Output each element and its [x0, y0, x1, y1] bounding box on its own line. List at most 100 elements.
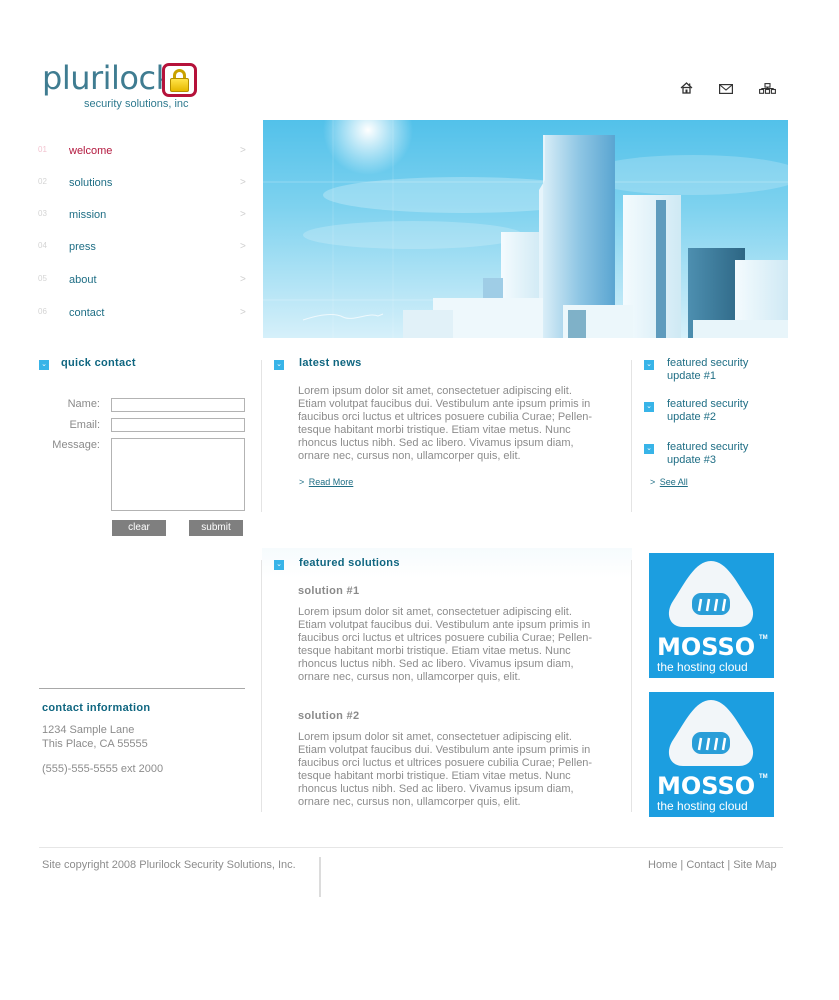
nav-label: solutions	[69, 177, 113, 189]
read-more-link-wrap: > Read More	[299, 477, 353, 487]
text-line: faucibus orci luctus et ultrices posuere…	[298, 757, 593, 769]
solution-2-body: Lorem ipsum dolor sit amet, consectetuer…	[298, 731, 618, 809]
email-input[interactable]	[111, 418, 245, 432]
checkbox-icon: ⌄	[644, 444, 654, 454]
chevron-right-icon: >	[240, 145, 246, 156]
divider	[319, 857, 321, 897]
divider	[261, 360, 262, 512]
nav-label: mission	[69, 209, 107, 221]
divider	[39, 688, 245, 689]
update-item-2[interactable]: featured security update #2	[667, 398, 748, 424]
padlock-icon	[162, 63, 197, 97]
link-separator: |	[680, 859, 684, 871]
update-subtitle: update #2	[667, 411, 716, 423]
text-line: tesque habitant morbi tristique. Etiam v…	[298, 424, 571, 436]
update-title: featured security	[667, 441, 749, 453]
ad-brand: MOSSO	[657, 633, 756, 661]
chevron-right-icon: >	[240, 209, 246, 220]
mail-icon[interactable]	[719, 84, 735, 98]
cloud-logo-icon	[668, 561, 754, 627]
latest-news-body: Lorem ipsum dolor sit amet, consectetuer…	[298, 385, 618, 463]
text-line: Etiam volutpat faucibus dui. Vestibulum …	[298, 744, 591, 756]
update-title: featured security	[667, 357, 749, 369]
nav-label: welcome	[69, 145, 113, 157]
text-line: Etiam volutpat faucibus dui. Vestibulum …	[298, 619, 591, 631]
checkbox-icon: ⌄	[644, 360, 654, 370]
nav-label: about	[69, 274, 97, 286]
solution-2-title[interactable]: solution #2	[298, 710, 359, 722]
nav-label: press	[69, 241, 96, 253]
footer-link-site-map[interactable]: Site Map	[733, 859, 776, 871]
update-title: featured security	[667, 398, 749, 410]
divider	[631, 560, 632, 812]
address: 1234 Sample Lane This Place, CA 55555	[42, 723, 148, 751]
ad-tagline: the hosting cloud	[657, 660, 748, 674]
phone-number: (555)-555-5555 ext 2000	[42, 763, 164, 775]
chevron-right-icon: >	[240, 274, 246, 285]
nav-number: 06	[38, 307, 47, 316]
nav-item-mission[interactable]: 03 mission >	[38, 209, 248, 229]
link-separator: |	[727, 859, 731, 871]
text-line: Lorem ipsum dolor sit amet, consectetuer…	[298, 731, 572, 743]
checkbox-icon: ⌄	[274, 560, 284, 570]
address-line-2: This Place, CA 55555	[42, 738, 148, 750]
ad-tagline: the hosting cloud	[657, 799, 748, 813]
text-line: tesque habitant morbi tristique. Etiam v…	[298, 770, 571, 782]
text-line: ornare nec, cursus non, ullamcorper quis…	[298, 796, 521, 808]
footer-link-home[interactable]: Home	[648, 859, 677, 871]
chevron-right-icon: >	[299, 477, 305, 487]
text-line: Etiam volutpat faucibus dui. Vestibulum …	[298, 398, 591, 410]
footer-divider	[39, 847, 783, 848]
nav-item-about[interactable]: 05 about >	[38, 274, 248, 294]
sitemap-icon[interactable]	[759, 83, 776, 97]
nav-item-press[interactable]: 04 press >	[38, 241, 248, 261]
see-all-link[interactable]: See All	[660, 477, 688, 487]
nav-item-contact[interactable]: 06 contact >	[38, 307, 248, 327]
home-icon[interactable]	[680, 82, 696, 96]
clear-button[interactable]: clear	[112, 520, 166, 536]
text-line: Lorem ipsum dolor sit amet, consectetuer…	[298, 385, 572, 397]
read-more-link[interactable]: Read More	[309, 477, 354, 487]
nav-item-welcome[interactable]: 01 welcome >	[38, 145, 248, 165]
hero-cityscape-image	[263, 120, 788, 338]
logo-wordmark[interactable]: plurilock	[42, 58, 174, 98]
footer-links: Home | Contact | Site Map	[648, 859, 777, 871]
contact-info-title: contact information	[42, 702, 151, 714]
chevron-right-icon: >	[650, 477, 656, 487]
text-line: faucibus orci luctus et ultrices posuere…	[298, 632, 593, 644]
latest-news-title: latest news	[299, 357, 362, 369]
email-label: Email:	[69, 419, 100, 431]
trademark-mark: TM	[759, 774, 768, 780]
text-line: ornare nec, cursus non, ullamcorper quis…	[298, 671, 521, 683]
update-item-3[interactable]: featured security update #3	[667, 441, 748, 467]
nav-number: 01	[38, 145, 47, 154]
mosso-ad-banner[interactable]: MOSSO TM the hosting cloud	[649, 553, 774, 678]
nav-number: 02	[38, 177, 47, 186]
cloud-logo-icon	[668, 700, 754, 766]
submit-button[interactable]: submit	[189, 520, 243, 536]
text-line: rhoncus luctus nibh. Sed ac libero. Viva…	[298, 658, 574, 670]
see-all-link-wrap: > See All	[650, 477, 688, 487]
chevron-right-icon: >	[240, 307, 246, 318]
message-textarea[interactable]	[111, 438, 245, 511]
checkbox-icon: ⌄	[644, 402, 654, 412]
nav-label: contact	[69, 307, 105, 319]
address-line-1: 1234 Sample Lane	[42, 724, 135, 736]
update-item-1[interactable]: featured security update #1	[667, 357, 748, 383]
nav-item-solutions[interactable]: 02 solutions >	[38, 177, 248, 197]
footer-link-contact[interactable]: Contact	[686, 859, 724, 871]
message-label: Message:	[52, 439, 100, 451]
copyright-text: Site copyright 2008 Plurilock Security S…	[42, 859, 296, 871]
text-line: faucibus orci luctus et ultrices posuere…	[298, 411, 593, 423]
solution-1-title[interactable]: solution #1	[298, 585, 359, 597]
mosso-ad-banner[interactable]: MOSSO TM the hosting cloud	[649, 692, 774, 817]
trademark-mark: TM	[759, 635, 768, 641]
name-input[interactable]	[111, 398, 245, 412]
text-line: rhoncus luctus nibh. Sed ac libero. Viva…	[298, 783, 574, 795]
text-line: rhoncus luctus nibh. Sed ac libero. Viva…	[298, 437, 574, 449]
nav-number: 03	[38, 209, 47, 218]
text-line: ornare nec, cursus non, ullamcorper quis…	[298, 450, 521, 462]
chevron-right-icon: >	[240, 177, 246, 188]
checkbox-icon: ⌄	[39, 360, 49, 370]
nav-number: 05	[38, 274, 47, 283]
